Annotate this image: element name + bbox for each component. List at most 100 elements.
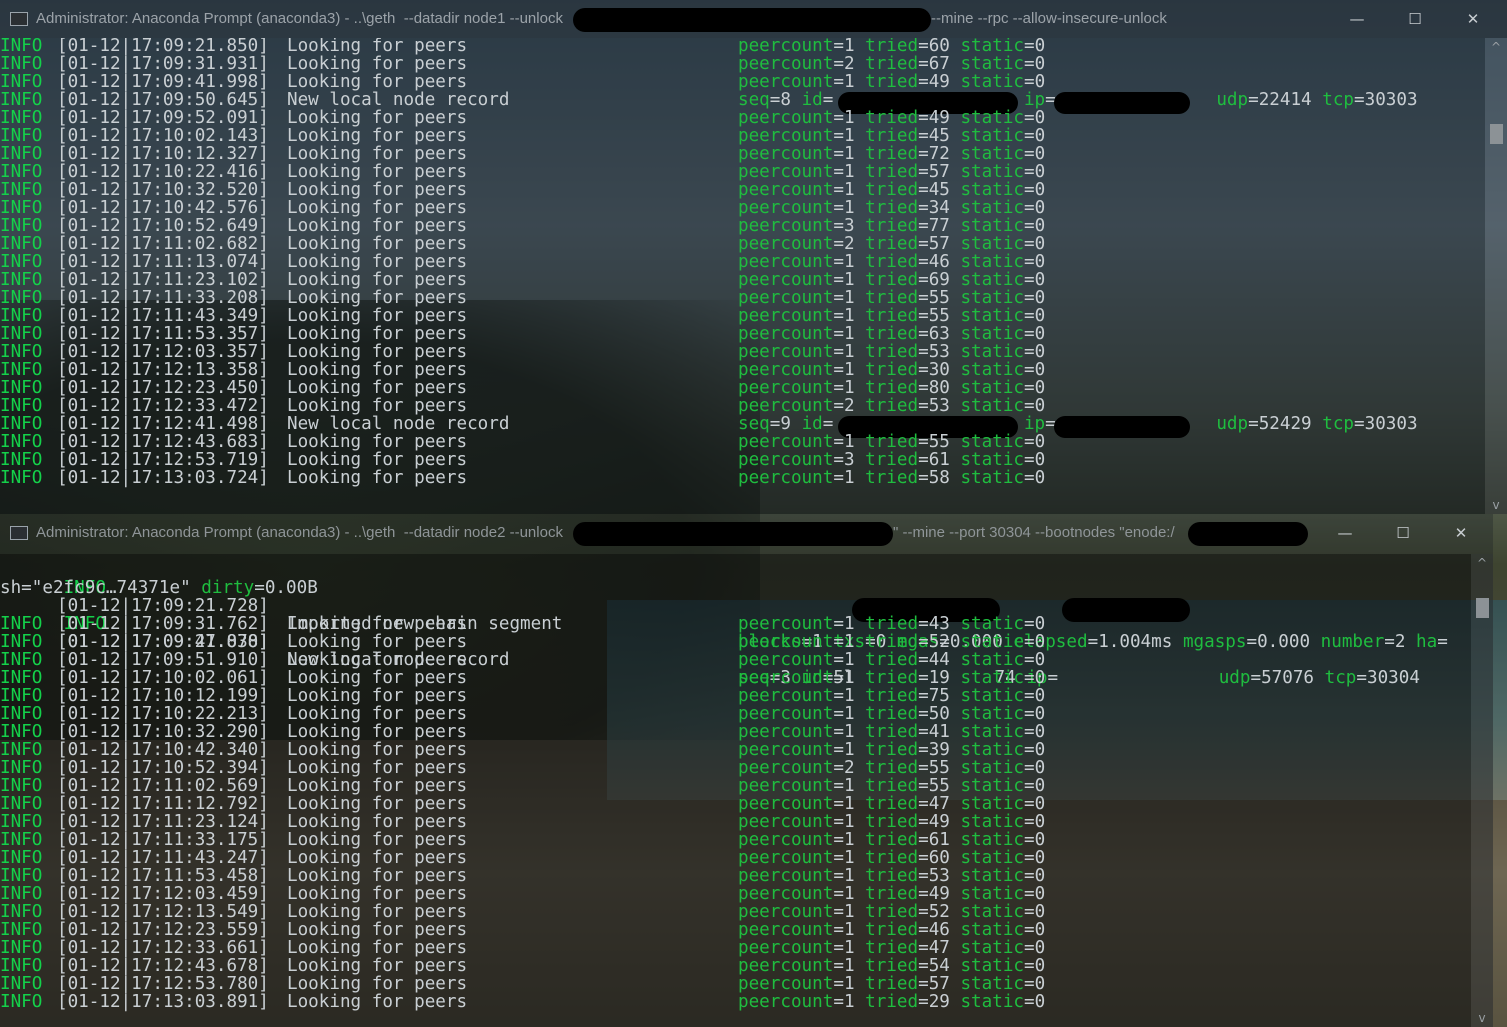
log-line: INFO [01-12|17:12:33.661] Looking for peer… bbox=[0, 939, 1045, 957]
terminal-window-node1[interactable]: Administrator: Anaconda Prompt (anaconda… bbox=[0, 0, 1507, 514]
log-timestamp: [01-12|17:11:12.792] bbox=[57, 794, 269, 814]
log-key: static bbox=[960, 288, 1025, 308]
log-message: Looking for peers bbox=[287, 794, 468, 814]
log-key: number bbox=[1320, 632, 1385, 652]
log-level: INFO bbox=[0, 126, 43, 146]
log-message: Looking for peers bbox=[287, 306, 468, 326]
close-button[interactable]: ✕ bbox=[1438, 520, 1484, 546]
log-key: static bbox=[960, 252, 1025, 272]
log-timestamp: [01-12|17:12:13.358] bbox=[57, 360, 269, 380]
log-message: Looking for peers bbox=[287, 450, 468, 470]
log-line: INFO [01-12|17:13:03.891] Looking for peer… bbox=[0, 993, 1045, 1011]
log-timestamp: [01-12|17:13:03.724] bbox=[57, 468, 269, 488]
log-level: INFO bbox=[0, 216, 43, 236]
log-value: 52 bbox=[928, 902, 950, 922]
log-value: 1 bbox=[843, 614, 855, 634]
log-key: peercount bbox=[738, 812, 834, 832]
scrollbar[interactable]: ^ v bbox=[1485, 38, 1507, 514]
log-key: static bbox=[960, 216, 1025, 236]
log-level: INFO bbox=[0, 794, 43, 814]
log-value: 34 bbox=[928, 198, 950, 218]
log-value: 1 bbox=[843, 956, 855, 976]
log-key: peercount bbox=[738, 650, 834, 670]
log-timestamp: [01-12|17:11:13.074] bbox=[57, 252, 269, 272]
scrollbar[interactable]: ^ v bbox=[1471, 554, 1493, 1027]
log-hash: sh="e2fc9c…74371e" bbox=[0, 578, 202, 598]
log-key: static bbox=[960, 902, 1025, 922]
log-message: Looking for peers bbox=[287, 614, 468, 634]
log-key: static bbox=[960, 270, 1025, 290]
log-fields: peercount=1 tried=63 static=0 bbox=[738, 324, 1046, 344]
log-fields: peercount=1 tried=55 static=0 bbox=[738, 288, 1046, 308]
log-key: peercount bbox=[738, 270, 834, 290]
log-key: static bbox=[960, 794, 1025, 814]
log-value: 49 bbox=[928, 812, 950, 832]
log-value: 1 bbox=[843, 704, 855, 724]
log-key: static bbox=[960, 704, 1025, 724]
log-message: Looking for peers bbox=[287, 72, 468, 92]
log-fields: peercount=1 tried=54 static=0 bbox=[738, 956, 1046, 976]
maximize-button[interactable]: ☐ bbox=[1380, 520, 1426, 546]
log-key: udp bbox=[1216, 414, 1249, 434]
log-value: 52 bbox=[928, 632, 950, 652]
log-key: peercount bbox=[738, 252, 834, 272]
scroll-thumb[interactable] bbox=[1490, 124, 1503, 144]
log-value: 61 bbox=[928, 830, 950, 850]
title-bar[interactable]: Administrator: Anaconda Prompt (anaconda… bbox=[0, 514, 1493, 554]
minimize-button[interactable]: — bbox=[1334, 6, 1380, 32]
log-value: 0 bbox=[1034, 992, 1046, 1012]
log-value: 1 bbox=[843, 902, 855, 922]
log-key: ha bbox=[1416, 632, 1438, 652]
log-key: static bbox=[960, 450, 1025, 470]
maximize-button[interactable]: ☐ bbox=[1392, 6, 1438, 32]
log-line: INFO [01-12|17:11:02.569] Looking for peer… bbox=[0, 777, 1045, 795]
scroll-down-arrow[interactable]: v bbox=[1485, 498, 1507, 512]
log-value: 0 bbox=[1034, 740, 1046, 760]
log-key: tried bbox=[865, 812, 919, 832]
terminal-window-node2[interactable]: Administrator: Anaconda Prompt (anaconda… bbox=[0, 514, 1493, 1027]
log-value: 0 bbox=[1034, 956, 1046, 976]
log-key: seq bbox=[738, 414, 770, 434]
log-value: 1 bbox=[843, 668, 855, 688]
log-key: udp bbox=[1216, 90, 1249, 110]
console-output[interactable]: INFO [01-12|17:09:21.850] Looking for peer… bbox=[0, 38, 1485, 514]
log-line: INFO [01-12|17:11:33.175] Looking for peer… bbox=[0, 831, 1045, 849]
log-line: INFO [01-12|17:12:23.450] Looking for peer… bbox=[0, 379, 1045, 397]
log-line: INFO [01-12|17:10:12.199] Looking for peer… bbox=[0, 687, 1045, 705]
scroll-up-arrow[interactable]: ^ bbox=[1485, 40, 1507, 54]
log-key: tried bbox=[865, 54, 919, 74]
log-message: Looking for peers bbox=[287, 270, 468, 290]
log-key: static bbox=[960, 468, 1025, 488]
log-fields: peercount=1 tried=34 static=0 bbox=[738, 198, 1046, 218]
scroll-down-arrow[interactable]: v bbox=[1471, 1011, 1493, 1025]
log-line: INFO [01-12|17:10:52.394] Looking for peer… bbox=[0, 759, 1045, 777]
window-title: Administrator: Anaconda Prompt (anaconda… bbox=[36, 524, 568, 541]
log-message: Looking for peers bbox=[287, 216, 468, 236]
log-message: Looking for peers bbox=[287, 288, 468, 308]
log-level: INFO bbox=[0, 162, 43, 182]
log-level: INFO bbox=[0, 974, 43, 994]
log-message: Looking for peers bbox=[287, 776, 468, 796]
log-timestamp: [01-12|17:10:12.327] bbox=[57, 144, 269, 164]
log-value: 45 bbox=[928, 180, 950, 200]
log-value: 0 bbox=[1034, 252, 1046, 272]
close-button[interactable]: ✕ bbox=[1450, 6, 1496, 32]
log-value: 54 bbox=[928, 956, 950, 976]
log-key: static bbox=[960, 180, 1025, 200]
log-message: Looking for peers bbox=[287, 722, 468, 742]
minimize-button[interactable]: — bbox=[1322, 520, 1368, 546]
console-output[interactable]: INFO [01-12|17:09:21.728] Imported new c… bbox=[0, 554, 1471, 1027]
log-line: INFO [01-12|17:10:22.213] Looking for peer… bbox=[0, 705, 1045, 723]
log-value: 60 bbox=[928, 848, 950, 868]
scroll-up-arrow[interactable]: ^ bbox=[1471, 556, 1493, 570]
log-value: 0 bbox=[1034, 378, 1046, 398]
log-value: 1 bbox=[843, 794, 855, 814]
log-timestamp: [01-12|17:12:03.357] bbox=[57, 342, 269, 362]
log-level: INFO bbox=[0, 396, 43, 416]
title-bar[interactable]: Administrator: Anaconda Prompt (anaconda… bbox=[0, 0, 1507, 38]
log-line: INFO [01-12|17:10:42.340] Looking for peer… bbox=[0, 741, 1045, 759]
log-value: 53 bbox=[928, 342, 950, 362]
log-value: 30303 bbox=[1364, 90, 1418, 110]
scroll-thumb[interactable] bbox=[1476, 598, 1489, 618]
log-value: 50 bbox=[928, 704, 950, 724]
